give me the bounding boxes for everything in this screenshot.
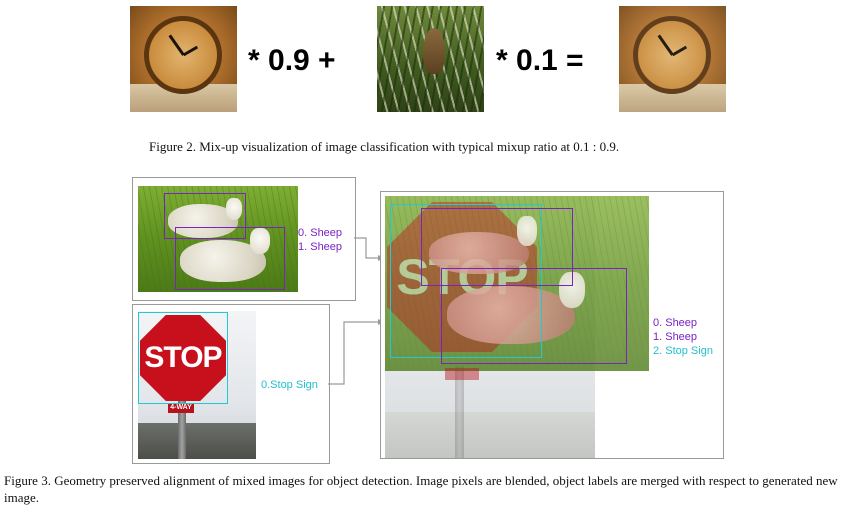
mixup-weight-b: * 0.1 = — [496, 44, 584, 77]
figure-2-caption: Figure 2. Mix-up visualization of image … — [149, 139, 620, 154]
merged-label-0: 0. Sheep — [653, 317, 698, 329]
sheep-label-1: 1. Sheep — [298, 241, 343, 253]
way-sign: 4-WAY — [168, 403, 194, 413]
mixed-image — [619, 6, 726, 112]
sheep-panel: 0. Sheep 1. Sheep — [132, 177, 356, 301]
figure-3-caption: Figure 3. Geometry preserved alignment o… — [4, 473, 838, 505]
sheep-1-box — [175, 227, 285, 290]
merged-label-1: 1. Sheep — [653, 331, 698, 343]
sheep-photo — [138, 186, 298, 292]
merged-panel: STOP 0. Sheep 1. Sheep 2. Stop Sign — [380, 191, 724, 459]
stop-sign-box — [138, 312, 228, 404]
merged-label-2: 2. Stop Sign — [653, 345, 713, 357]
sheep-label-0: 0. Sheep — [298, 227, 343, 239]
merged-sheep-1-box — [441, 268, 627, 364]
merged-photo: STOP — [385, 196, 649, 458]
arrow-from-stop — [328, 321, 378, 385]
clock-image — [130, 6, 237, 112]
arrow-from-sheep — [354, 237, 378, 259]
bird-image — [377, 6, 484, 112]
stop-label-0: 0.Stop Sign — [261, 379, 318, 391]
stop-panel: STOP 4-WAY 0.Stop Sign — [132, 304, 330, 464]
mixup-weight-a: * 0.9 + — [248, 44, 336, 77]
stop-photo: STOP 4-WAY — [138, 311, 256, 459]
